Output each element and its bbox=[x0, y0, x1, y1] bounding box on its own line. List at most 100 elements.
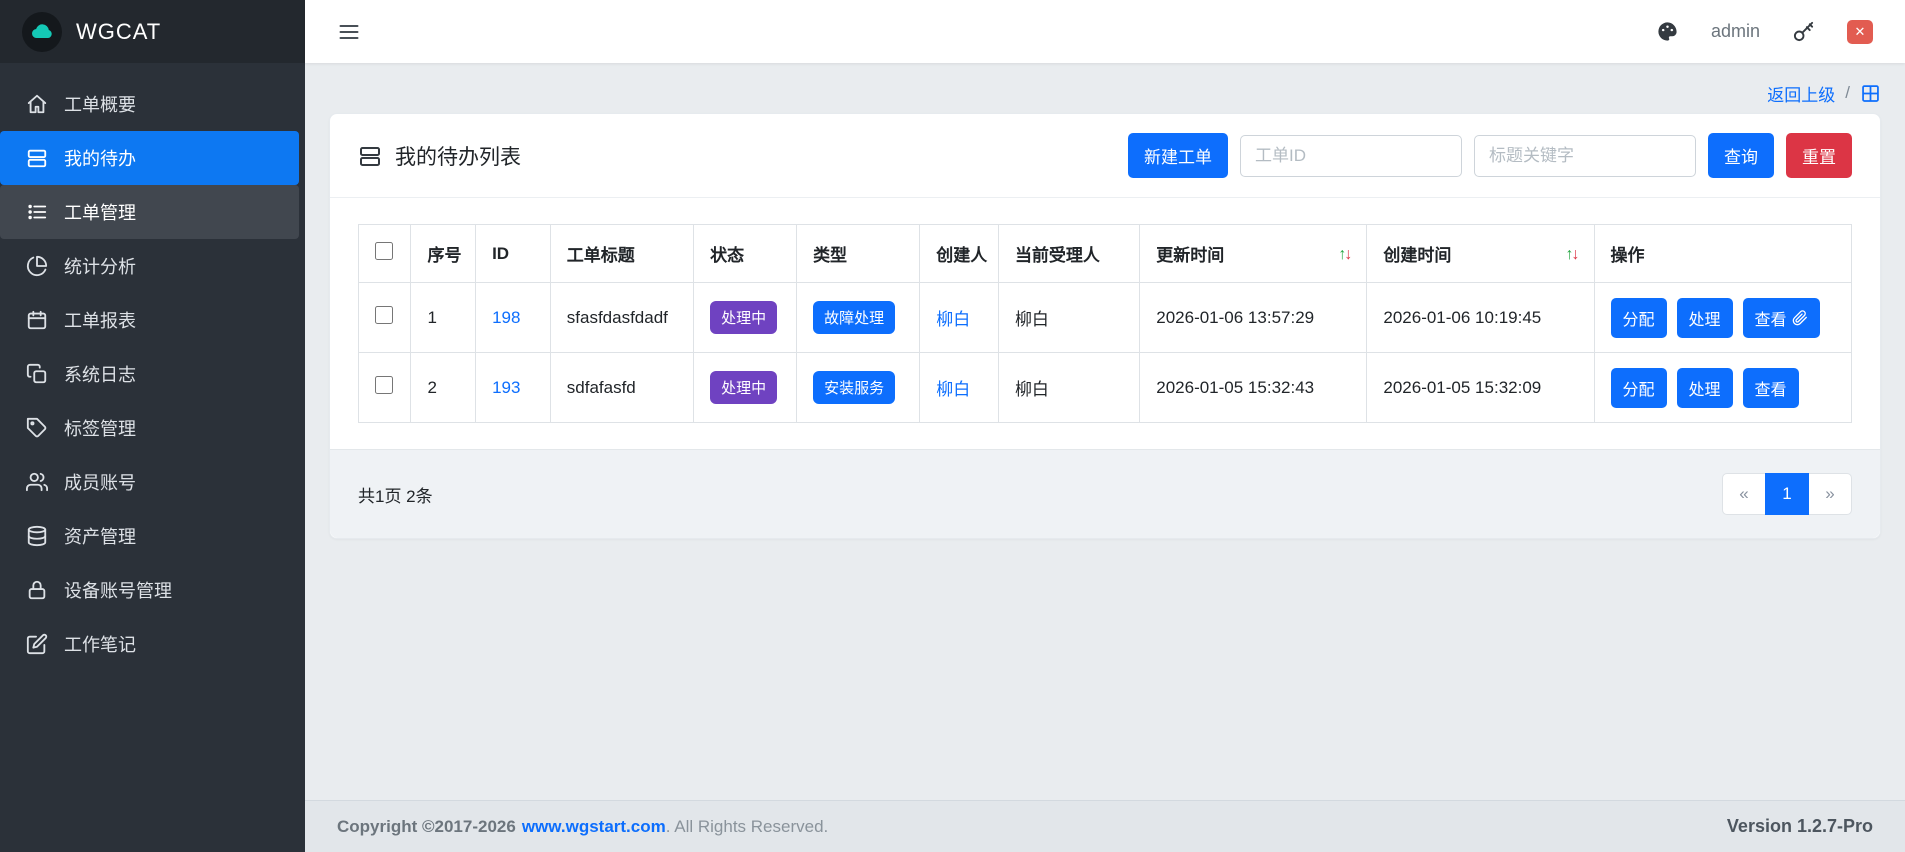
cell-title: sdfafasfd bbox=[549, 352, 695, 423]
col-header-handler: 当前受理人 bbox=[997, 224, 1141, 283]
sidebar-item-label: 设备账号管理 bbox=[64, 581, 172, 601]
sidebar-item-order-report[interactable]: 工单报表 bbox=[0, 293, 305, 347]
topbar: admin ✕ bbox=[305, 0, 1905, 63]
new-order-button[interactable]: 新建工单 bbox=[1128, 133, 1228, 178]
sidebar-item-order-manage[interactable]: 工单管理 bbox=[0, 185, 299, 239]
sidebar-item-label: 工单概要 bbox=[64, 95, 136, 115]
logo: WGCAT bbox=[0, 0, 305, 63]
select-all-checkbox[interactable] bbox=[375, 242, 393, 260]
orders-table: 序号 ID 工单标题 状态 类型 创建人 当前受理人 更新时间 ↑↓ 创建时间 … bbox=[357, 224, 1852, 423]
version: Version 1.2.7-Pro bbox=[1726, 816, 1873, 836]
order-id-link[interactable]: 193 bbox=[492, 378, 520, 397]
reset-button[interactable]: 重置 bbox=[1786, 133, 1852, 178]
sidebar-item-label: 统计分析 bbox=[64, 257, 136, 277]
sidebar-item-label: 我的待办 bbox=[64, 149, 136, 169]
layout-grid-icon[interactable] bbox=[1860, 83, 1881, 104]
cell-updated: 2026-01-06 13:57:29 bbox=[1139, 282, 1368, 353]
creator-link[interactable]: 柳白 bbox=[936, 310, 970, 329]
status-badge: 处理中 bbox=[710, 301, 778, 334]
breadcrumb: 返回上级 / bbox=[329, 75, 1881, 111]
main-area: admin ✕ 返回上级 / 我的待办列表 新建工单 工单ID 标题关键字 查询… bbox=[305, 0, 1905, 852]
panel-controls: 新建工单 查询 重置 bbox=[1128, 133, 1852, 178]
cell-id: 198 bbox=[475, 282, 551, 353]
menu-toggle-icon[interactable] bbox=[337, 20, 361, 44]
col-header-updated-label: 更新时间 bbox=[1156, 246, 1225, 265]
assign-button[interactable]: 分配 bbox=[1610, 297, 1667, 338]
type-badge: 安装服务 bbox=[813, 371, 896, 404]
sidebar-item-assets[interactable]: 资产管理 bbox=[0, 509, 305, 563]
theme-palette-icon[interactable] bbox=[1656, 20, 1679, 43]
cell-title: sfasfdasfdadf bbox=[549, 282, 695, 353]
cell-creator: 柳白 bbox=[919, 352, 999, 423]
next-page-button[interactable]: » bbox=[1808, 473, 1852, 515]
username[interactable]: admin bbox=[1711, 21, 1760, 42]
panel-body: 序号 ID 工单标题 状态 类型 创建人 当前受理人 更新时间 ↑↓ 创建时间 … bbox=[330, 198, 1880, 449]
view-button[interactable]: 查看 bbox=[1742, 367, 1799, 408]
page-button-1[interactable]: 1 bbox=[1765, 473, 1809, 515]
copyright-bold: Copyright ©2017-2026 bbox=[337, 816, 516, 836]
col-header-title: 工单标题 bbox=[549, 224, 695, 283]
card-footer: 共1页 2条 « 1 » bbox=[330, 449, 1880, 538]
cards-icon bbox=[26, 147, 48, 169]
sidebar-item-members[interactable]: 成员账号 bbox=[0, 455, 305, 509]
pagination: « 1 » bbox=[1722, 473, 1852, 515]
footer-link[interactable]: www.wgstart.com bbox=[522, 817, 666, 836]
edit-icon bbox=[26, 633, 48, 655]
cell-id: 193 bbox=[475, 352, 551, 423]
table-header-row: 序号 ID 工单标题 状态 类型 创建人 当前受理人 更新时间 ↑↓ 创建时间 … bbox=[357, 224, 1852, 283]
sort-icon[interactable]: ↑↓ bbox=[1566, 244, 1580, 264]
lock-icon bbox=[26, 579, 48, 601]
col-header-actions: 操作 bbox=[1593, 224, 1852, 283]
cell-updated: 2026-01-05 15:32:43 bbox=[1139, 352, 1368, 423]
order-id-input[interactable] bbox=[1240, 134, 1462, 177]
sidebar-item-label: 工单管理 bbox=[64, 203, 136, 223]
table-row: 2 193 sdfafasfd 处理中 安装服务 柳白 柳白 2026-01-05 15:32… bbox=[357, 352, 1852, 423]
col-header-status: 状态 bbox=[693, 224, 798, 283]
row-checkbox[interactable] bbox=[375, 306, 393, 324]
sidebar-item-device-accounts[interactable]: 设备账号管理 bbox=[0, 563, 305, 617]
col-header-updated[interactable]: 更新时间 ↑↓ bbox=[1139, 224, 1368, 283]
handle-button[interactable]: 处理 bbox=[1676, 297, 1733, 338]
panel-title: 我的待办列表 bbox=[358, 141, 521, 171]
view-button[interactable]: 查看 bbox=[1742, 297, 1820, 338]
sidebar-item-tag-manage[interactable]: 标签管理 bbox=[0, 401, 305, 455]
sidebar: WGCAT 工单概要我的待办工单管理统计分析工单报表 系统日志 标签管理成员账号资产… bbox=[0, 0, 305, 852]
sidebar-item-stats[interactable]: 统计分析 bbox=[0, 239, 305, 293]
cell-type: 安装服务 bbox=[796, 352, 921, 423]
row-select-cell bbox=[357, 282, 412, 353]
sidebar-item-my-todo[interactable]: 我的待办 bbox=[0, 131, 299, 185]
sidebar-item-system-log[interactable]: 系统日志 bbox=[0, 347, 305, 401]
handle-button[interactable]: 处理 bbox=[1676, 367, 1733, 408]
order-id-link[interactable]: 198 bbox=[492, 308, 520, 327]
pie-icon bbox=[26, 255, 48, 277]
keyword-input[interactable] bbox=[1474, 134, 1696, 177]
page-summary: 共1页 2条 bbox=[358, 486, 433, 506]
sidebar-item-work-notes[interactable]: 工作笔记 bbox=[0, 617, 305, 671]
cell-type: 故障处理 bbox=[796, 282, 921, 353]
assign-button[interactable]: 分配 bbox=[1610, 367, 1667, 408]
query-button[interactable]: 查询 bbox=[1708, 133, 1774, 178]
col-header-created[interactable]: 创建时间 ↑↓ bbox=[1366, 224, 1595, 283]
type-badge: 故障处理 bbox=[813, 301, 896, 334]
creator-link[interactable]: 柳白 bbox=[936, 380, 970, 399]
col-header-id: ID bbox=[475, 224, 551, 283]
logout-icon[interactable]: ✕ bbox=[1847, 19, 1873, 44]
password-key-icon[interactable] bbox=[1792, 20, 1815, 43]
row-checkbox[interactable] bbox=[375, 376, 393, 394]
logo-text: WGCAT bbox=[76, 18, 162, 44]
app-root: WGCAT 工单概要我的待办工单管理统计分析工单报表 系统日志 标签管理成员账号资产… bbox=[0, 0, 1905, 852]
sidebar-item-overview[interactable]: 工单概要 bbox=[0, 77, 305, 131]
paperclip-icon bbox=[1792, 309, 1807, 325]
cell-creator: 柳白 bbox=[919, 282, 999, 353]
prev-page-button[interactable]: « bbox=[1722, 473, 1766, 515]
panel-title-text: 我的待办列表 bbox=[395, 145, 521, 169]
back-link[interactable]: 返回上级 bbox=[1767, 81, 1835, 106]
sidebar-item-label: 成员账号 bbox=[64, 473, 136, 493]
sort-icon[interactable]: ↑↓ bbox=[1338, 244, 1352, 264]
todo-panel: 我的待办列表 新建工单 查询 重置 bbox=[329, 113, 1881, 539]
topbar-right: admin ✕ bbox=[1656, 19, 1873, 44]
table-row: 1 198 sfasfdasfdadf 处理中 故障处理 柳白 柳白 2026-01-06 1… bbox=[357, 282, 1852, 353]
cell-handler: 柳白 bbox=[997, 282, 1141, 353]
footer: Copyright ©2017-2026 www.wgstart.com. All… bbox=[305, 800, 1905, 852]
sidebar-item-label: 工作笔记 bbox=[64, 635, 136, 655]
